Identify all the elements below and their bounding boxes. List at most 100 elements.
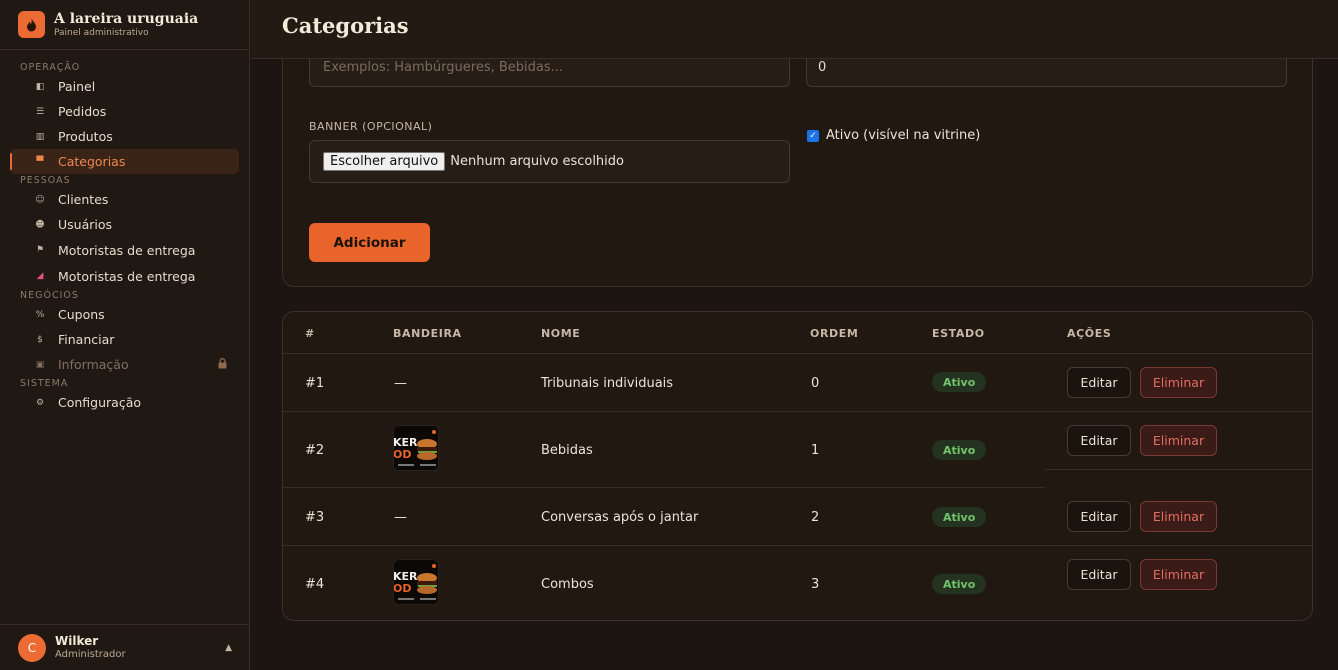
sidebar-item-label: Usuários <box>58 217 113 232</box>
brand-title: A lareira uruguaia <box>54 10 199 27</box>
section-label-sistema: SISTEMA <box>20 378 69 389</box>
column-header-banner: BANDEIRA <box>393 327 462 340</box>
sidebar-item-configuracao[interactable]: ⚙ Configuração <box>10 390 239 415</box>
row-id: #2 <box>305 443 325 458</box>
row-divider <box>283 411 1312 412</box>
sidebar: A lareira uruguaia Painel administrativo… <box>0 0 250 670</box>
sidebar-item-categorias[interactable]: ▀ Categorias <box>10 149 239 174</box>
page-title: Categorias <box>282 13 409 38</box>
delete-button[interactable]: Eliminar <box>1140 425 1217 456</box>
sidebar-item-produtos[interactable]: ▥ Produtos <box>10 124 239 149</box>
edit-button[interactable]: Editar <box>1067 367 1131 398</box>
lock-icon <box>218 357 227 372</box>
row-order: 0 <box>811 376 820 391</box>
banner-thumbnail: KER OD <box>393 559 439 605</box>
gear-icon: ⚙ <box>35 397 45 408</box>
user-role: Administrador <box>55 649 126 660</box>
status-badge: Ativo <box>932 507 987 527</box>
sidebar-item-pedidos[interactable]: ☰ Pedidos <box>10 99 239 124</box>
avatar: C <box>18 633 46 662</box>
main-content: Categorias Exemplos: Hambúrgueres, Bebid… <box>251 0 1338 670</box>
sidebar-item-cupons[interactable]: % Cupons <box>10 302 239 327</box>
scooter-icon: ◢ <box>36 271 44 281</box>
user-name: Wilker <box>55 634 99 648</box>
folder-icon: ▀ <box>36 156 44 167</box>
sidebar-item-informacao: ▣ Informação <box>10 352 239 377</box>
row-banner-empty: — <box>394 376 407 391</box>
svg-text:OD: OD <box>394 582 411 595</box>
sidebar-item-motoristas[interactable]: ⚑ Motoristas de entrega <box>10 237 239 263</box>
section-label-pessoas: PESSOAS <box>20 175 71 186</box>
column-header-id: # <box>305 327 315 340</box>
topbar: Categorias <box>251 0 1338 59</box>
banner-label: BANNER (OPCIONAL) <box>309 120 433 133</box>
active-checkbox-label: Ativo (visível na vitrine) <box>826 128 981 143</box>
sidebar-item-label: Motoristas de entrega <box>58 242 196 258</box>
column-header-status: ESTADO <box>932 327 985 340</box>
status-badge: Ativo <box>932 440 987 460</box>
row-order: 1 <box>811 443 820 458</box>
banner-thumbnail: KER OD <box>393 425 439 471</box>
choose-file-button[interactable]: Escolher arquivo <box>323 152 446 171</box>
delete-button[interactable]: Eliminar <box>1140 559 1217 590</box>
row-name: Tribunais individuais <box>541 376 674 391</box>
column-header-order: ORDEM <box>810 327 859 340</box>
sidebar-item-clientes[interactable]: ☺ Clientes <box>10 187 239 212</box>
layout-icon: ◧ <box>35 81 45 92</box>
svg-text:OD: OD <box>394 448 411 461</box>
add-button[interactable]: Adicionar <box>309 223 430 262</box>
sidebar-item-financiar[interactable]: $ Financiar <box>10 327 239 352</box>
row-divider <box>283 487 1045 488</box>
category-form: Exemplos: Hambúrgueres, Bebidas... 0 BAN… <box>282 20 1313 287</box>
sidebar-item-label: Painel <box>58 79 96 94</box>
section-label-operacao: OPERAÇÃO <box>20 62 81 73</box>
sidebar-item-label: Produtos <box>58 129 113 144</box>
sidebar-item-label: Configuração <box>58 395 142 410</box>
edit-button[interactable]: Editar <box>1067 501 1131 532</box>
sidebar-item-label: Informação <box>58 357 129 372</box>
sidebar-item-label: Categorias <box>58 154 126 169</box>
delete-button[interactable]: Eliminar <box>1140 501 1217 532</box>
sidebar-item-label: Motoristas de entrega <box>58 268 196 284</box>
edit-button[interactable]: Editar <box>1067 559 1131 590</box>
row-divider <box>283 545 1312 546</box>
sidebar-item-label: Cupons <box>58 307 105 322</box>
status-badge: Ativo <box>932 574 987 594</box>
dollar-icon: $ <box>37 334 43 345</box>
row-id: #3 <box>305 510 325 525</box>
sidebar-nav: OPERAÇÃO ◧ Painel ☰ Pedidos ▥ Produtos ▀… <box>0 50 249 415</box>
active-checkbox-row[interactable]: ✓ Ativo (visível na vitrine) <box>807 128 980 143</box>
user-icon: ☻ <box>35 219 45 230</box>
percent-icon: % <box>35 309 45 320</box>
row-order: 3 <box>811 577 820 592</box>
caret-up-icon[interactable]: ▲ <box>225 643 232 653</box>
row-id: #4 <box>305 577 325 592</box>
flame-icon <box>18 11 45 38</box>
sidebar-item-painel[interactable]: ◧ Painel <box>10 74 239 99</box>
grid-icon: ▥ <box>35 131 45 142</box>
sidebar-item-motoristas-2[interactable]: ◢ Motoristas de entrega <box>10 263 239 289</box>
brand[interactable]: A lareira uruguaia Painel administrativo <box>0 0 249 50</box>
active-checkbox[interactable]: ✓ <box>807 129 819 142</box>
smile-icon: ☺ <box>35 194 45 205</box>
delete-button[interactable]: Eliminar <box>1140 367 1217 398</box>
user-menu[interactable]: C Wilker Administrador ▲ <box>0 624 250 670</box>
banner-file-input[interactable]: Escolher arquivo Nenhum arquivo escolhid… <box>309 140 790 183</box>
row-name: Conversas após o jantar <box>541 510 699 525</box>
categories-table: # BANDEIRA NOME ORDEM ESTADO AÇÕES #1 — … <box>282 311 1313 621</box>
sidebar-item-usuarios[interactable]: ☻ Usuários <box>10 212 239 237</box>
row-banner-empty: — <box>394 510 407 525</box>
edit-button[interactable]: Editar <box>1067 425 1131 456</box>
row-order: 2 <box>811 510 820 525</box>
row-divider <box>1045 469 1312 470</box>
row-name: Bebidas <box>541 443 593 458</box>
sidebar-item-label: Pedidos <box>58 104 107 119</box>
list-icon: ☰ <box>35 106 45 117</box>
sidebar-item-label: Financiar <box>58 332 115 347</box>
flag-icon: ⚑ <box>35 245 45 255</box>
column-header-name: NOME <box>541 327 581 340</box>
row-name: Combos <box>541 577 594 592</box>
row-divider <box>283 353 1312 354</box>
row-id: #1 <box>305 376 325 391</box>
file-status: Nenhum arquivo escolhido <box>450 154 624 169</box>
